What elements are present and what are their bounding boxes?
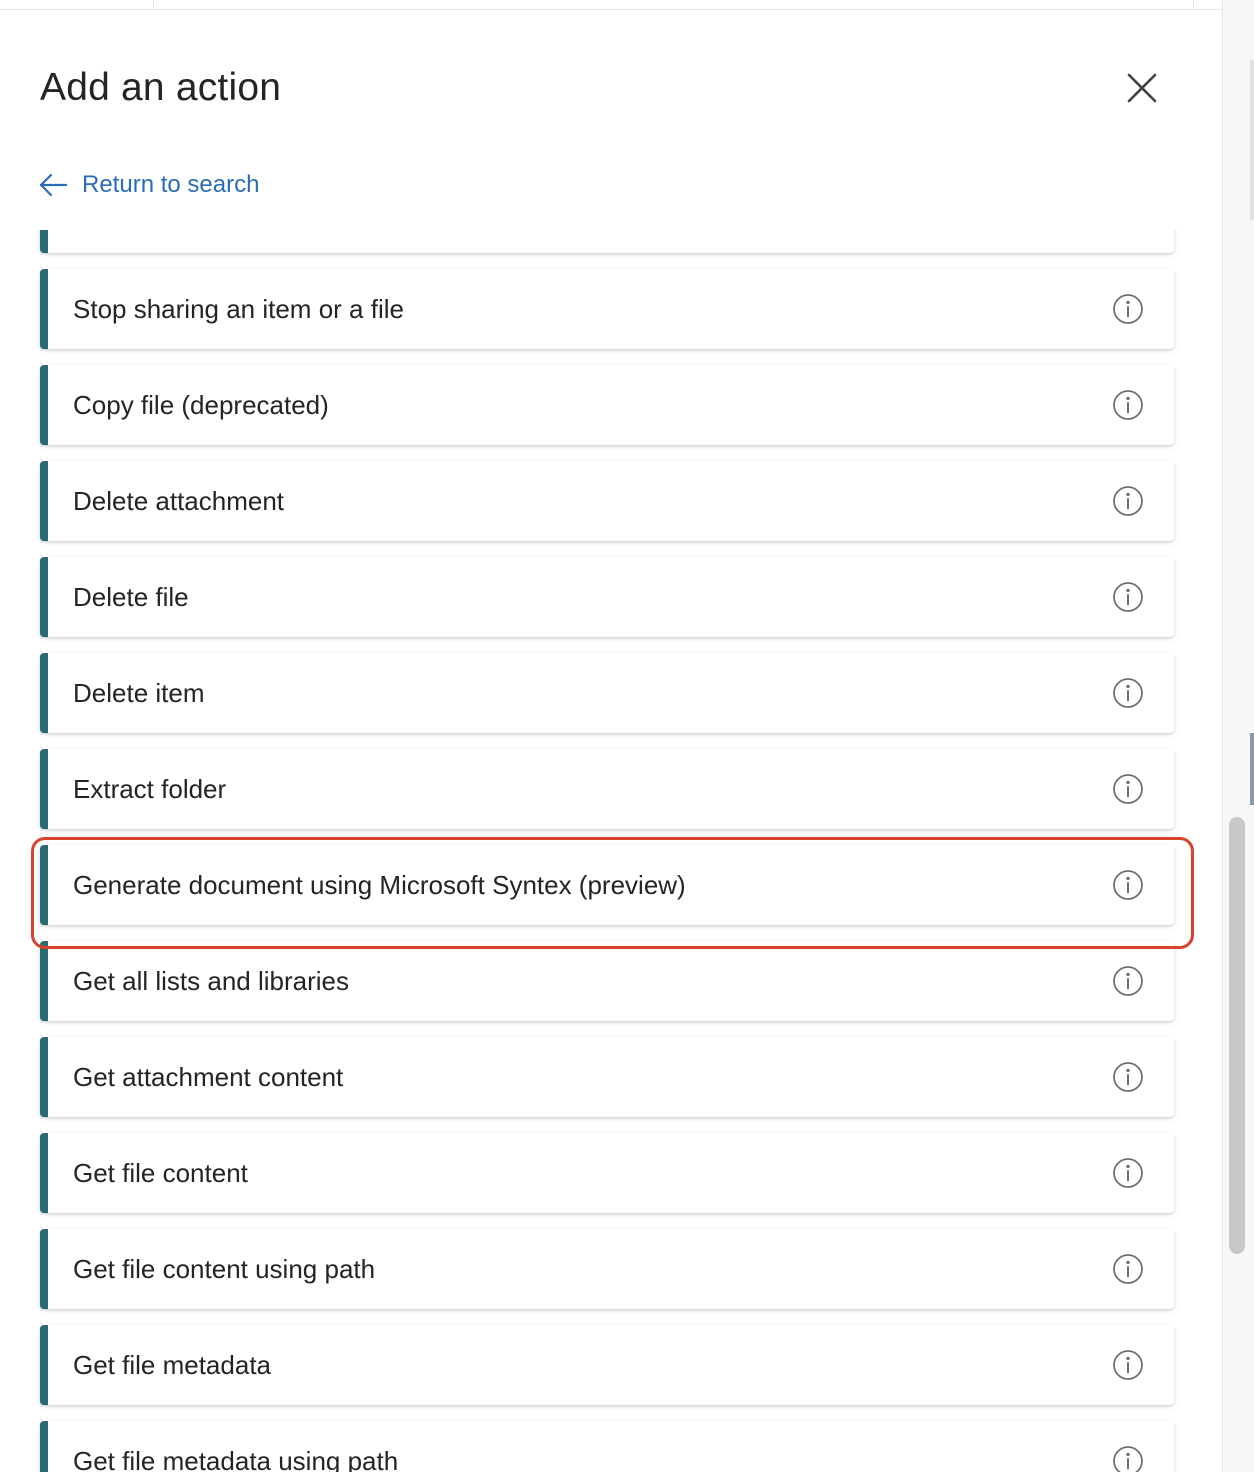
action-item[interactable]: Get attachment content <box>40 1037 1174 1117</box>
info-icon[interactable] <box>1112 677 1144 709</box>
action-item[interactable]: Delete item <box>40 653 1174 733</box>
return-to-search-link[interactable]: Return to search <box>38 170 259 200</box>
top-strip <box>0 0 1222 10</box>
action-item[interactable]: Stop sharing an item or a file <box>40 269 1174 349</box>
action-item[interactable]: Delete attachment <box>40 461 1174 541</box>
action-label: Extract folder <box>73 773 227 804</box>
info-icon[interactable] <box>1112 1253 1144 1285</box>
action-item[interactable]: Copy file (deprecated) <box>40 365 1174 445</box>
info-icon[interactable] <box>1112 485 1144 517</box>
action-label: Get file metadata <box>73 1349 271 1380</box>
info-icon[interactable] <box>1112 1157 1144 1189</box>
info-icon[interactable] <box>1112 965 1144 997</box>
action-label: Generate document using Microsoft Syntex… <box>73 869 686 900</box>
action-label: Delete item <box>73 677 205 708</box>
info-icon[interactable] <box>1112 773 1144 805</box>
action-label: Get file metadata using path <box>73 1445 399 1472</box>
info-icon[interactable] <box>1112 389 1144 421</box>
action-item[interactable]: Extract folder <box>40 749 1174 829</box>
info-icon[interactable] <box>1112 293 1144 325</box>
close-button[interactable] <box>1118 64 1166 112</box>
action-item[interactable]: Get file content using path <box>40 1229 1174 1309</box>
action-label: Get file content using path <box>73 1253 376 1284</box>
action-item[interactable]: Set hub site join status to pending <box>40 230 1174 253</box>
action-item[interactable]: Delete file <box>40 557 1174 637</box>
action-label: Get all lists and libraries <box>73 965 349 996</box>
edge-marker <box>1250 733 1254 805</box>
action-item-highlighted[interactable]: Generate document using Microsoft Syntex… <box>40 845 1174 925</box>
info-icon[interactable] <box>1112 1061 1144 1093</box>
close-icon <box>1127 73 1157 103</box>
info-icon[interactable] <box>1112 869 1144 901</box>
return-to-search-label: Return to search <box>82 171 260 198</box>
action-label: Get attachment content <box>73 1061 344 1092</box>
divider <box>153 0 154 9</box>
arrow-left-icon <box>39 173 68 197</box>
panel-title: Add an action <box>40 66 282 109</box>
scrollbar-thumb[interactable] <box>1229 817 1245 1254</box>
action-item[interactable]: Get file metadata using path <box>40 1421 1174 1472</box>
action-list-viewport[interactable]: Set hub site join status to pending Stop… <box>0 230 1222 1472</box>
divider <box>1193 0 1194 9</box>
action-label: Get file content <box>73 1157 248 1188</box>
info-icon[interactable] <box>1112 1445 1144 1472</box>
info-icon[interactable] <box>1112 1349 1144 1381</box>
action-item[interactable]: Get all lists and libraries <box>40 941 1174 1021</box>
action-item[interactable]: Get file content <box>40 1133 1174 1213</box>
action-label: Copy file (deprecated) <box>73 389 329 420</box>
info-icon[interactable] <box>1112 581 1144 613</box>
action-label: Delete attachment <box>73 485 285 516</box>
edge-marker <box>1250 60 1254 220</box>
action-list: Set hub site join status to pending Stop… <box>40 230 1174 1472</box>
action-label: Delete file <box>73 581 189 612</box>
action-label: Stop sharing an item or a file <box>73 293 404 324</box>
action-item[interactable]: Get file metadata <box>40 1325 1174 1405</box>
